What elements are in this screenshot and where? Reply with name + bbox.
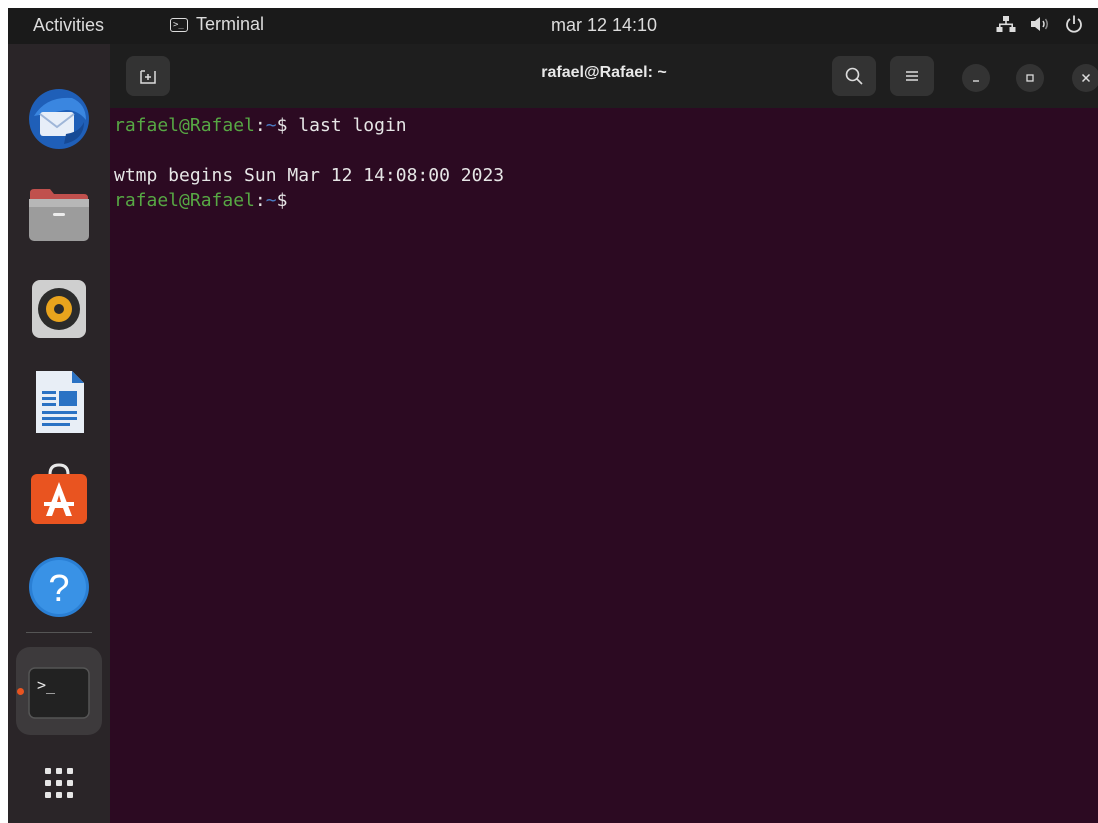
- app-menu-label: Terminal: [196, 14, 265, 34]
- terminal-window: rafael@Rafael: ~ rafael@Rafael:~$ last l…: [110, 44, 1098, 823]
- minimize-button[interactable]: [962, 64, 990, 92]
- header-bar[interactable]: rafael@Rafael: ~: [110, 44, 1098, 108]
- files-icon[interactable]: [26, 181, 92, 247]
- running-indicator: [17, 688, 24, 695]
- terminal-line: ​: [114, 138, 1094, 163]
- dock: ? >_: [8, 44, 110, 823]
- restore-icon: [1026, 74, 1034, 82]
- new-tab-button[interactable]: [126, 56, 170, 96]
- clock[interactable]: mar 12 14:10: [551, 15, 657, 36]
- hamburger-menu-icon: [906, 71, 918, 81]
- prompt-path: ~: [265, 115, 277, 136]
- search-button[interactable]: [832, 56, 876, 96]
- prompt-path: ~: [265, 190, 277, 211]
- software-icon[interactable]: [26, 462, 92, 528]
- desktop: Activities >_ Terminal mar 12 14:10 ? >_…: [8, 8, 1098, 823]
- prompt-sign: $: [276, 190, 299, 211]
- new-tab-icon: [140, 70, 156, 84]
- rhythmbox-icon[interactable]: [26, 276, 92, 342]
- terminal-line: wtmp begins Sun Mar 12 14:08:00 2023: [114, 163, 1094, 188]
- terminal-line: rafael@Rafael:~$: [114, 188, 1094, 213]
- terminal-icon: >_: [170, 17, 188, 32]
- close-icon: [1081, 73, 1091, 83]
- libreoffice-writer-icon[interactable]: [26, 369, 92, 435]
- prompt-user: rafael@Rafael: [114, 190, 255, 211]
- prompt-separator: :: [254, 115, 266, 136]
- system-tray[interactable]: [996, 14, 1084, 34]
- help-icon[interactable]: ?: [26, 554, 92, 620]
- show-apps-icon[interactable]: [26, 749, 92, 815]
- close-button[interactable]: [1072, 64, 1098, 92]
- svg-text:>_: >_: [37, 676, 56, 694]
- minimize-icon: [973, 80, 979, 82]
- power-icon[interactable]: [1064, 14, 1084, 34]
- app-menu[interactable]: >_ Terminal: [170, 14, 264, 35]
- terminal-line: rafael@Rafael:~$ last login: [114, 113, 1094, 138]
- prompt-separator: :: [254, 190, 266, 211]
- terminal-icon[interactable]: >_: [26, 660, 92, 726]
- restore-button[interactable]: [1016, 64, 1044, 92]
- svg-text:?: ?: [48, 568, 69, 610]
- top-bar: Activities >_ Terminal mar 12 14:10: [8, 8, 1098, 44]
- terminal-output[interactable]: rafael@Rafael:~$ last login​wtmp begins …: [114, 108, 1094, 823]
- prompt-sign: $: [276, 115, 299, 136]
- menu-button[interactable]: [890, 56, 934, 96]
- window-title: rafael@Rafael: ~: [541, 64, 667, 81]
- prompt-user: rafael@Rafael: [114, 115, 255, 136]
- dock-separator: [26, 632, 92, 633]
- output-text: wtmp begins Sun Mar 12 14:08:00 2023: [114, 165, 505, 186]
- command-text: last login: [298, 115, 407, 136]
- network-icon[interactable]: [996, 15, 1016, 33]
- search-icon: [845, 67, 863, 85]
- thunderbird-icon[interactable]: [26, 86, 92, 152]
- volume-icon[interactable]: [1030, 15, 1050, 33]
- activities-button[interactable]: Activities: [33, 15, 104, 36]
